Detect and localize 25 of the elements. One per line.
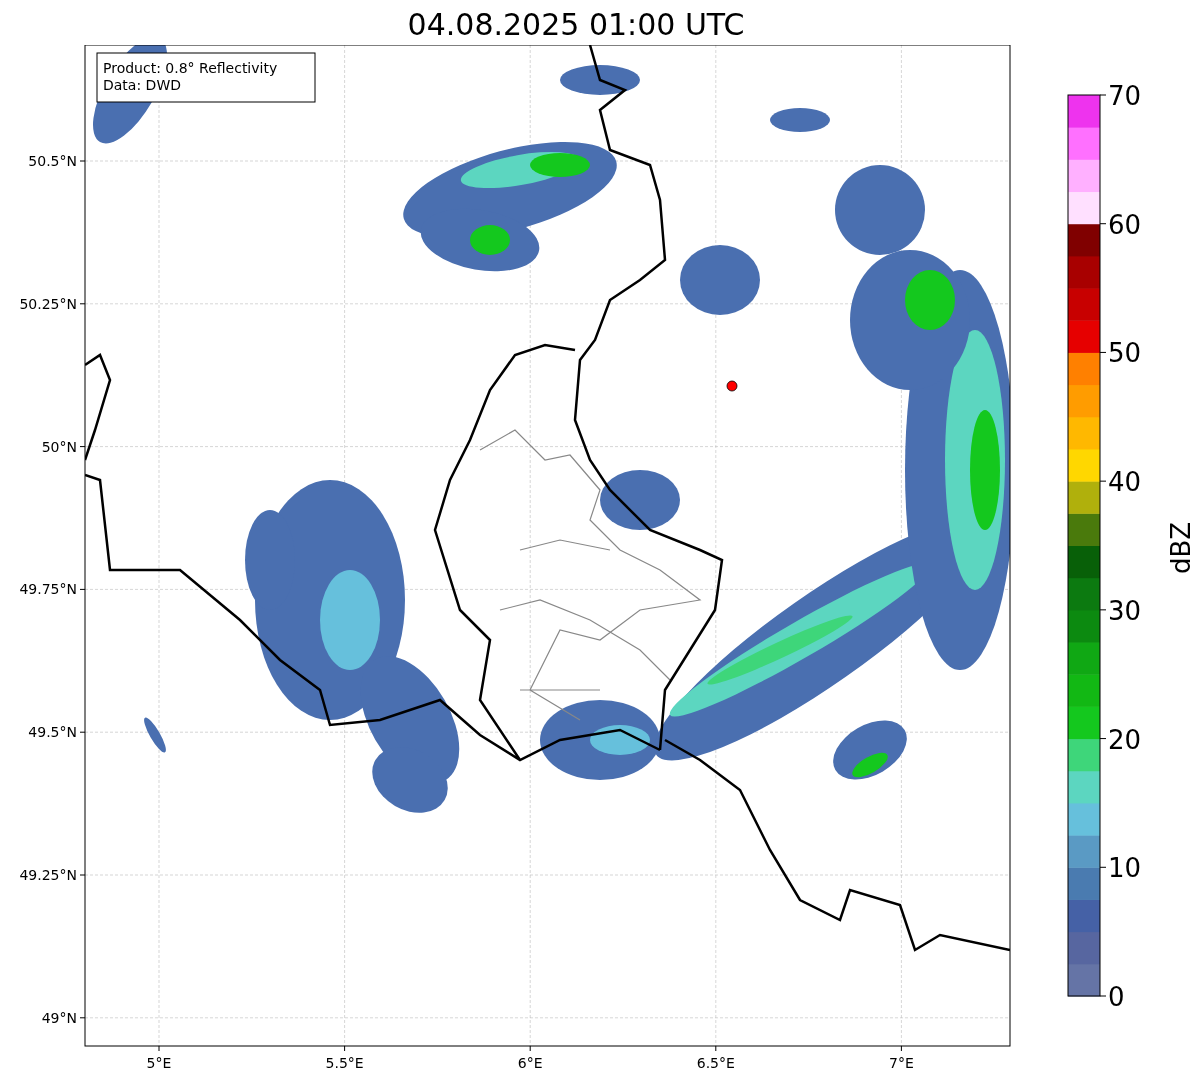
colorbar-title: dBZ — [1166, 521, 1196, 575]
info-text: Product: 0.8° Reflectivity — [103, 60, 278, 76]
longitude-label: 6°E — [517, 1055, 543, 1071]
longitude-label: 5.5°E — [325, 1055, 364, 1071]
colorbar-label: 40 — [1108, 467, 1142, 498]
colorbar-label: 70 — [1108, 81, 1142, 111]
info-text: Data: DWD — [103, 77, 181, 93]
colorbar-label: 10 — [1108, 853, 1142, 884]
radar-site-marker — [726, 380, 738, 392]
colorbar-label: 20 — [1108, 724, 1142, 755]
latitude-label: 50°N — [41, 438, 77, 455]
latitude-label: 49.75°N — [19, 581, 77, 598]
longitude-label: 6.5°E — [696, 1055, 735, 1071]
colorbar-label: 60 — [1108, 209, 1142, 240]
longitude-label: 5°E — [146, 1055, 172, 1071]
latitude-label: 49.25°N — [19, 867, 77, 883]
chart-title: 04.08.2025 01:00 UTC — [406, 6, 746, 44]
colorbar-label: 30 — [1108, 595, 1142, 626]
latitude-label: 50.5°N — [28, 153, 77, 169]
colorbar-label: 0 — [1108, 982, 1125, 1012]
latitude-label: 49.5°N — [28, 724, 77, 741]
latitude-label: 49°N — [41, 1009, 77, 1026]
latitude-label: 50.25°N — [19, 295, 77, 312]
longitude-label: 7°E — [889, 1055, 914, 1071]
colorbar-label: 50 — [1108, 338, 1142, 369]
